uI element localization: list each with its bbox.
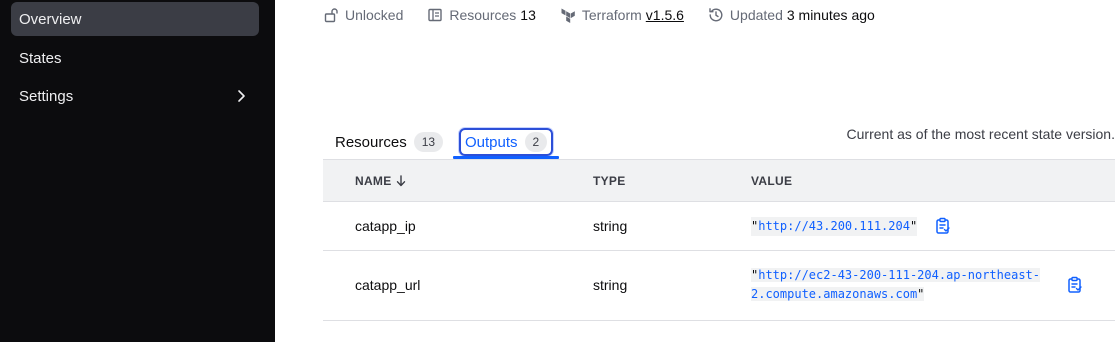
terraform-label: Terraform xyxy=(581,7,642,23)
workspace-meta: Unlocked Resources 13 Terraform v1.5.6 U… xyxy=(323,5,899,25)
tab-label: Resources xyxy=(335,133,407,151)
sidebar-item-overview[interactable]: Overview xyxy=(11,2,259,36)
sidebar-item-label: States xyxy=(19,49,62,67)
tab-resources[interactable]: Resources 13 xyxy=(335,129,444,155)
table-row: catapp_ip string "http://43.200.111.204" xyxy=(323,202,1115,251)
history-icon xyxy=(709,8,723,22)
terraform-icon xyxy=(561,8,575,23)
column-header-value: VALUE xyxy=(751,174,792,188)
table-row: catapp_url string "http://ec2-43-200-111… xyxy=(323,251,1115,321)
tab-label: Outputs xyxy=(465,133,518,151)
table-header: NAME TYPE VALUE xyxy=(323,159,1115,202)
resources-meta-count: 13 xyxy=(520,7,536,23)
state-version-caption: Current as of the most recent state vers… xyxy=(846,126,1115,142)
resources-meta-label: Resources xyxy=(449,7,517,23)
resources-meta: Resources 13 xyxy=(427,7,536,23)
resources-icon xyxy=(428,8,443,22)
sidebar-item-states[interactable]: States xyxy=(11,41,259,75)
sidebar-item-label: Overview xyxy=(19,10,82,28)
column-header-type: TYPE xyxy=(593,174,626,188)
tab-count-badge: 13 xyxy=(413,132,444,152)
terraform-version-meta: Terraform v1.5.6 xyxy=(560,7,684,23)
output-value-text: 2.compute.amazonaws.com xyxy=(751,287,918,301)
sidebar: Overview States Settings xyxy=(0,0,275,342)
sidebar-item-label: Settings xyxy=(19,87,74,105)
column-header-label: NAME xyxy=(355,174,392,188)
lock-status-label: Unlocked xyxy=(345,7,404,23)
clipboard-copy-icon[interactable] xyxy=(1066,276,1084,294)
terraform-version-link[interactable]: v1.5.6 xyxy=(646,7,684,23)
tab-count-badge: 2 xyxy=(524,132,548,152)
output-value-text: http://43.200.111.204 xyxy=(758,219,910,233)
output-type: string xyxy=(593,218,628,234)
column-header-label: VALUE xyxy=(751,174,793,188)
output-value-text: http://ec2-43-200-111-204.ap-northeast- xyxy=(758,268,1040,282)
sidebar-item-settings[interactable]: Settings xyxy=(11,79,259,113)
unlock-icon xyxy=(324,8,338,23)
column-header-name[interactable]: NAME xyxy=(355,174,406,188)
chevron-right-icon xyxy=(238,90,245,102)
output-name: catapp_ip xyxy=(355,218,416,234)
output-name: catapp_url xyxy=(355,277,421,293)
tab-outputs[interactable]: Outputs 2 xyxy=(459,128,554,156)
updated-value: 3 minutes ago xyxy=(786,7,875,23)
output-value: "http://43.200.111.204" xyxy=(751,217,918,236)
output-type: string xyxy=(593,277,628,293)
outputs-table: NAME TYPE VALUE catapp_ip string "http:/… xyxy=(323,159,1115,321)
clipboard-copy-icon[interactable] xyxy=(934,217,952,235)
lock-status: Unlocked xyxy=(323,7,403,23)
updated-label: Updated xyxy=(729,7,783,23)
sort-descending-icon xyxy=(396,175,405,187)
updated-meta: Updated 3 minutes ago xyxy=(708,7,875,23)
column-header-label: TYPE xyxy=(593,174,626,188)
output-value: "http://ec2-43-200-111-204.ap-northeast-… xyxy=(751,268,1040,301)
